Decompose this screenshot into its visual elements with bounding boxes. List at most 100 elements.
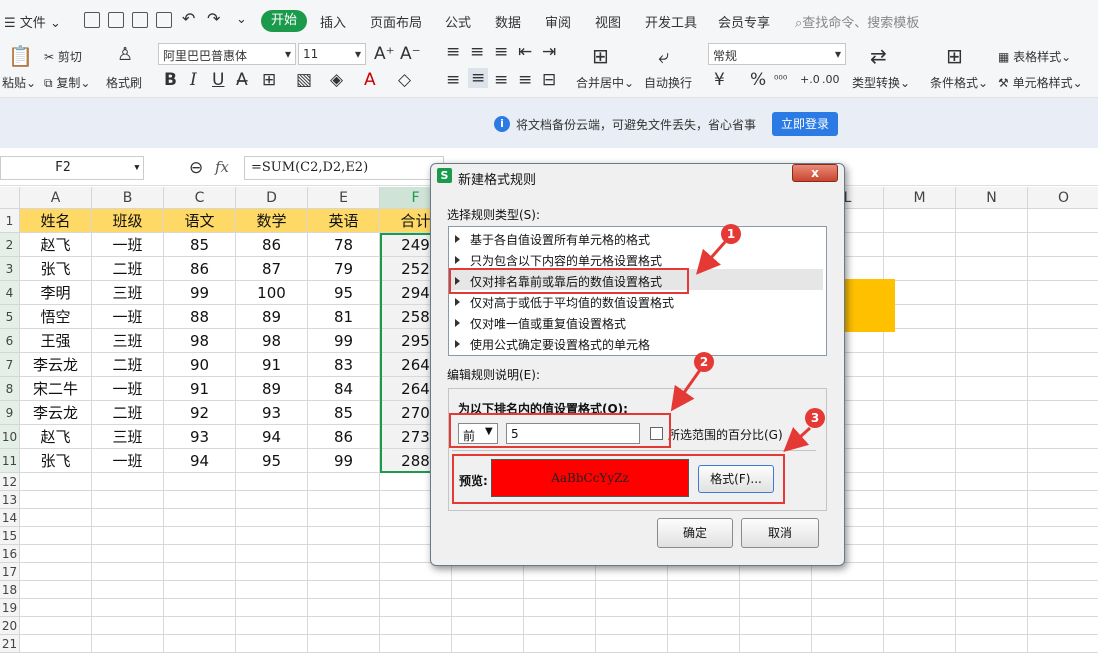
row-header[interactable]: 9 <box>0 401 20 425</box>
cell[interactable] <box>236 545 308 563</box>
cell[interactable]: 三班 <box>92 425 164 449</box>
font-name-select[interactable]: 阿里巴巴普惠体 ▾ <box>158 43 296 65</box>
name-box[interactable]: F2 ▾ <box>0 156 144 180</box>
cell[interactable] <box>164 491 236 509</box>
cell[interactable] <box>596 617 668 635</box>
tab-review[interactable]: 审阅 <box>545 12 571 31</box>
cell[interactable]: 99 <box>308 329 380 353</box>
cell[interactable] <box>668 581 740 599</box>
row-header[interactable]: 16 <box>0 545 20 563</box>
cell[interactable] <box>20 509 92 527</box>
fx-icon[interactable]: fx <box>215 158 229 176</box>
cell[interactable] <box>380 635 452 653</box>
cell[interactable]: 89 <box>236 377 308 401</box>
cell[interactable]: 二班 <box>92 401 164 425</box>
cell[interactable]: 87 <box>236 257 308 281</box>
cell[interactable] <box>308 509 380 527</box>
underline-icon[interactable]: U <box>212 70 224 90</box>
currency-icon[interactable]: ¥ <box>714 70 725 90</box>
row-header[interactable]: 2 <box>0 233 20 257</box>
quick-access-more-icon[interactable]: ⌄ <box>236 12 247 27</box>
cell[interactable] <box>1028 473 1098 491</box>
tab-formulas[interactable]: 公式 <box>445 12 471 31</box>
cell[interactable]: 98 <box>164 329 236 353</box>
cell[interactable]: 86 <box>164 257 236 281</box>
cell[interactable]: 二班 <box>92 257 164 281</box>
cell[interactable] <box>164 617 236 635</box>
cell[interactable] <box>452 617 524 635</box>
tab-data[interactable]: 数据 <box>495 12 521 31</box>
cell[interactable]: 86 <box>236 233 308 257</box>
tab-view[interactable]: 视图 <box>595 12 621 31</box>
cell[interactable] <box>164 545 236 563</box>
cell[interactable] <box>1028 599 1098 617</box>
cell[interactable] <box>668 599 740 617</box>
close-button[interactable]: x <box>792 164 838 182</box>
cell[interactable]: 92 <box>164 401 236 425</box>
column-header[interactable]: N <box>956 187 1028 209</box>
cell[interactable]: 三班 <box>92 329 164 353</box>
cell[interactable]: 李明 <box>20 281 92 305</box>
cell[interactable]: 90 <box>164 353 236 377</box>
cell[interactable] <box>92 635 164 653</box>
bold-icon[interactable]: B <box>164 70 177 90</box>
row-header[interactable]: 21 <box>0 635 20 653</box>
cell[interactable] <box>380 617 452 635</box>
row-header[interactable]: 20 <box>0 617 20 635</box>
row-header[interactable]: 11 <box>0 449 20 473</box>
cell[interactable] <box>20 563 92 581</box>
cell[interactable] <box>524 617 596 635</box>
cell[interactable] <box>1028 635 1098 653</box>
cell[interactable] <box>236 617 308 635</box>
cell[interactable] <box>92 473 164 491</box>
ok-button[interactable]: 确定 <box>657 518 733 548</box>
cell[interactable] <box>884 491 956 509</box>
cell[interactable]: 三班 <box>92 281 164 305</box>
cell[interactable] <box>20 527 92 545</box>
cell[interactable] <box>308 545 380 563</box>
row-header[interactable]: 14 <box>0 509 20 527</box>
cell[interactable] <box>884 599 956 617</box>
column-header[interactable]: A <box>20 187 92 209</box>
merge-center-icon[interactable]: ⊞ <box>592 44 609 68</box>
cell[interactable]: 99 <box>164 281 236 305</box>
cell[interactable] <box>812 599 884 617</box>
column-header[interactable]: B <box>92 187 164 209</box>
conditional-format-icon[interactable]: ⊞ <box>946 44 963 68</box>
login-button[interactable]: 立即登录 <box>772 112 838 136</box>
increase-font-icon[interactable]: A⁺ <box>374 44 395 64</box>
cell[interactable] <box>596 599 668 617</box>
cell[interactable] <box>92 527 164 545</box>
formula-input[interactable]: =SUM(C2,D2,E2) <box>244 156 444 180</box>
column-header[interactable]: M <box>884 187 956 209</box>
rule-type-item[interactable]: 只为包含以下内容的单元格设置格式 <box>470 252 662 269</box>
cell[interactable] <box>20 617 92 635</box>
italic-icon[interactable]: I <box>190 70 197 90</box>
cell[interactable]: 95 <box>236 449 308 473</box>
cell[interactable] <box>812 635 884 653</box>
row-header[interactable]: 4 <box>0 281 20 305</box>
number-format-select[interactable]: 常规 ▾ <box>708 43 846 65</box>
zoom-icon[interactable]: ⊖ <box>189 158 203 178</box>
cell[interactable] <box>1028 509 1098 527</box>
cell[interactable] <box>956 563 1028 581</box>
cell[interactable] <box>20 599 92 617</box>
cell[interactable] <box>164 563 236 581</box>
cell[interactable] <box>20 491 92 509</box>
cell[interactable] <box>956 635 1028 653</box>
percent-icon[interactable]: % <box>750 70 766 90</box>
merge-center-button[interactable]: 合并居中⌄ <box>576 74 634 91</box>
cell[interactable] <box>524 599 596 617</box>
cell[interactable] <box>668 617 740 635</box>
fill-style-icon[interactable]: ▧ <box>296 70 312 90</box>
cell[interactable]: 81 <box>308 305 380 329</box>
cell[interactable]: 84 <box>308 377 380 401</box>
cell[interactable] <box>92 563 164 581</box>
tab-member[interactable]: 会员专享 <box>718 12 770 31</box>
cell[interactable]: 李云龙 <box>20 401 92 425</box>
cell[interactable] <box>164 509 236 527</box>
cell[interactable]: 79 <box>308 257 380 281</box>
cell[interactable]: 94 <box>164 449 236 473</box>
file-menu[interactable]: ☰ 文件 ⌄ <box>4 12 61 31</box>
cell[interactable] <box>596 581 668 599</box>
